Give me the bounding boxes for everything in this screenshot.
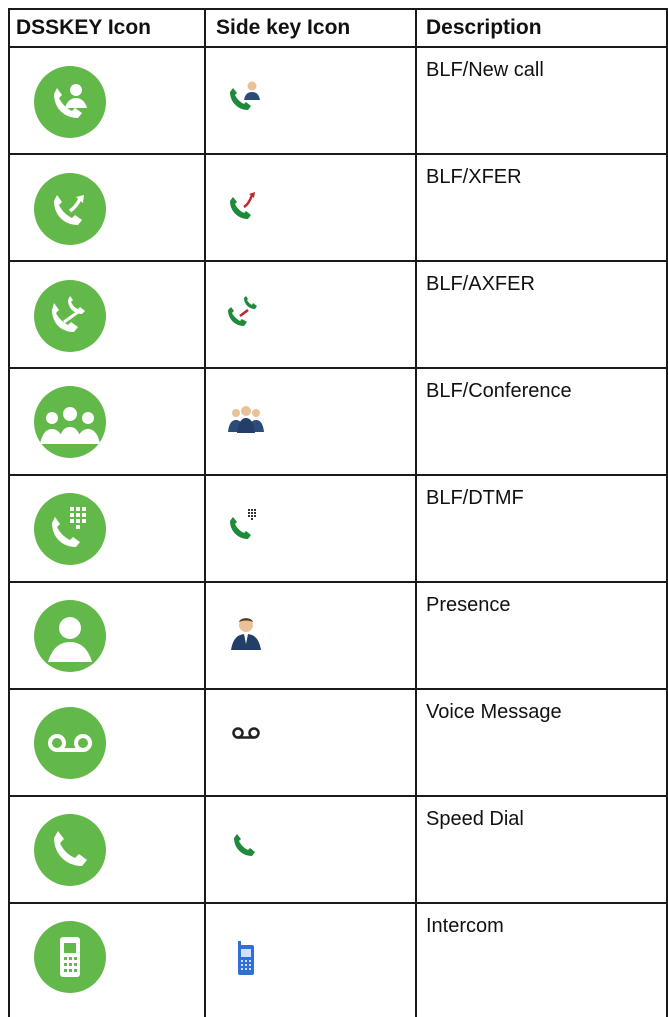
row-divider xyxy=(8,367,668,369)
description-cell: BLF/XFER xyxy=(426,166,522,188)
conference-icon xyxy=(34,386,106,458)
side-phone-keypad-icon xyxy=(226,505,266,545)
description-cell: Presence xyxy=(426,594,511,616)
table-divider-1 xyxy=(204,8,206,1017)
side-conference-icon xyxy=(226,400,266,440)
row-divider xyxy=(8,795,668,797)
description-cell: Voice Message xyxy=(426,701,562,723)
phone-person-icon xyxy=(34,66,106,138)
side-voicemail-icon xyxy=(226,713,266,753)
side-phone-transfer-icon xyxy=(226,185,266,225)
row-divider xyxy=(8,153,668,155)
description-cell: BLF/Conference xyxy=(426,380,572,402)
row-divider xyxy=(8,581,668,583)
side-phone-icon xyxy=(226,826,266,866)
header-side-key-icon: Side key Icon xyxy=(216,16,351,39)
phone-icon xyxy=(34,814,106,886)
side-phone-person-icon xyxy=(226,76,266,116)
side-phone-attended-transfer-icon xyxy=(226,292,266,332)
row-divider xyxy=(8,902,668,904)
table-border-left xyxy=(8,8,10,1017)
phone-keypad-icon xyxy=(34,493,106,565)
voicemail-icon xyxy=(34,707,106,779)
description-cell: BLF/DTMF xyxy=(426,487,524,509)
header-description: Description xyxy=(426,16,542,39)
row-divider xyxy=(8,688,668,690)
side-mobile-phone-icon xyxy=(226,937,266,977)
row-divider xyxy=(8,260,668,262)
header-dsskey-icon: DSSKEY Icon xyxy=(16,16,151,39)
description-cell: BLF/New call xyxy=(426,59,544,81)
header-underline xyxy=(8,46,668,48)
phone-transfer-icon xyxy=(34,173,106,245)
phone-attended-transfer-icon xyxy=(34,280,106,352)
table-divider-2 xyxy=(415,8,417,1017)
person-icon xyxy=(34,600,106,672)
table-border-top xyxy=(8,8,668,10)
row-divider xyxy=(8,474,668,476)
side-person-icon xyxy=(226,614,266,654)
description-cell: Speed Dial xyxy=(426,808,524,830)
icon-table: DSSKEY Icon Side key Icon Description BL… xyxy=(0,0,668,1017)
description-cell: BLF/AXFER xyxy=(426,273,535,295)
description-cell: Intercom xyxy=(426,915,504,937)
mobile-phone-icon xyxy=(34,921,106,993)
